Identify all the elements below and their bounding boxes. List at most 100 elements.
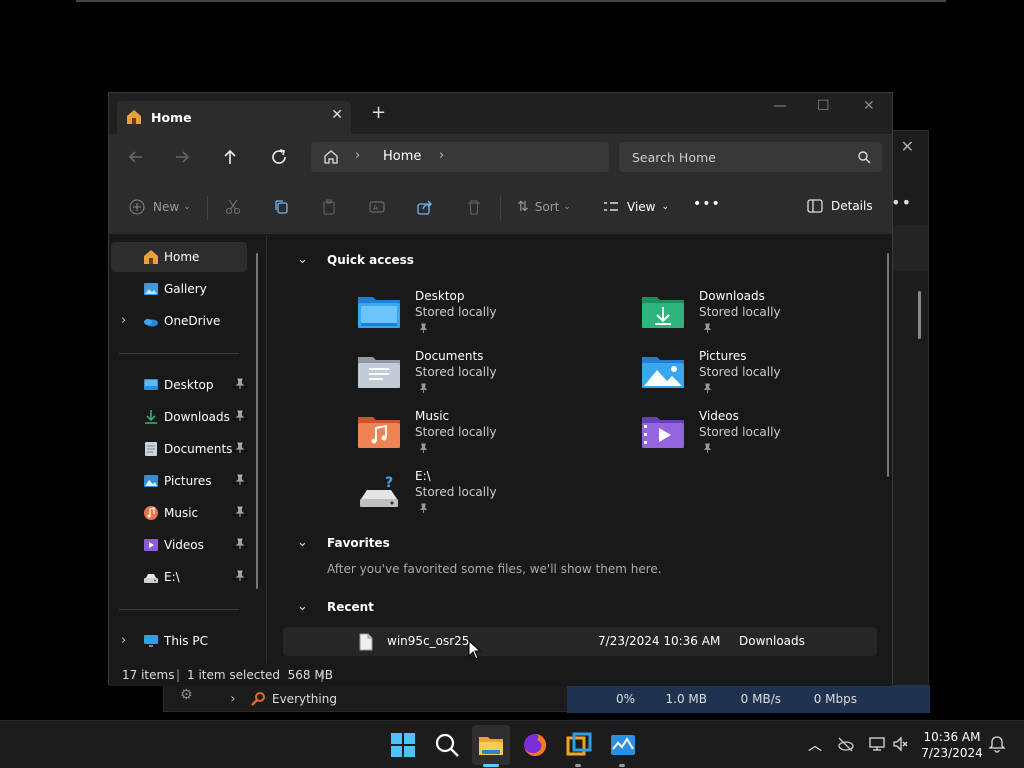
search-input[interactable] [619,142,849,172]
sidebar-item-drive-e[interactable]: E:\ [111,562,247,592]
recent-file-row[interactable]: win95c_osr25 7/23/2024 10:36 AM Download… [283,627,877,656]
chevron-right-icon[interactable]: › [230,691,236,707]
cpu-value: 0% [615,692,635,706]
disk-value: 0 MB/s [740,692,781,706]
minimize-icon[interactable]: — [773,98,787,114]
search-icon[interactable] [857,150,871,164]
copy-icon[interactable] [273,199,289,215]
quick-access-downloads[interactable]: Downloads Stored locally [641,289,892,345]
pin-icon [419,383,428,393]
search-icon[interactable] [433,731,461,759]
sidebar-item-gallery[interactable]: Gallery [111,274,247,304]
refresh-icon[interactable] [268,146,290,168]
new-button[interactable]: New ⌄ [129,199,191,215]
quick-access-videos[interactable]: Videos Stored locally [641,409,892,465]
notification-bell-icon[interactable] [988,735,1006,753]
view-button[interactable]: View ⌄ [603,199,669,215]
chevron-right-icon[interactable]: › [439,148,444,163]
section-quick-access[interactable]: ⌄ Quick access [297,252,414,267]
sidebar-item-label: Documents [164,442,233,456]
rename-icon[interactable]: A [369,199,385,215]
back-arrow-icon[interactable] [125,146,147,168]
chevron-down-icon[interactable]: ⌄ [297,599,308,614]
home-icon [127,110,141,124]
section-title: Quick access [327,253,414,267]
pin-icon[interactable] [235,570,245,582]
chevron-down-icon: ⌄ [183,202,191,212]
content-area: ⌄ Quick access Desktop Stored locally Do… [267,235,892,663]
pin-icon[interactable] [235,474,245,486]
pin-icon [419,503,428,513]
forward-arrow-icon[interactable] [171,146,193,168]
sort-button[interactable]: ⇅ Sort ⌄ [517,199,571,215]
view-list-icon [604,202,618,211]
desktop-folder-icon [144,379,158,390]
virtual-machine-icon[interactable] [565,731,593,759]
item-status: Stored locally [415,305,497,319]
pin-icon[interactable] [235,378,245,390]
sidebar-item-desktop[interactable]: Desktop [111,370,247,400]
pin-icon[interactable] [235,442,245,454]
cut-icon[interactable] [225,199,241,215]
quick-access-pictures[interactable]: Pictures Stored locally [641,349,892,405]
view-label: View [627,200,656,214]
more-options-icon[interactable]: ••• [693,196,721,212]
quick-access-desktop[interactable]: Desktop Stored locally [357,289,617,345]
clock-date: 7/23/2024 [921,746,983,760]
volume-muted-icon[interactable] [892,735,910,753]
search-box[interactable] [619,142,882,172]
chevron-right-icon[interactable]: › [121,313,126,328]
file-explorer-icon[interactable] [477,731,505,759]
quick-access-documents[interactable]: Documents Stored locally [357,349,617,405]
task-manager-icon[interactable] [609,731,637,759]
pin-icon[interactable] [235,506,245,518]
sidebar-item-downloads[interactable]: Downloads [111,402,247,432]
sidebar-item-pictures[interactable]: Pictures [111,466,247,496]
onedrive-offline-icon[interactable] [836,735,854,753]
process-row[interactable]: ⚙ › Everything 0% 1.0 MB 0 MB/s 0 Mbps [164,685,930,713]
breadcrumb-home[interactable]: Home [383,149,421,164]
home-outline-icon[interactable] [323,149,339,165]
new-tab-button[interactable]: + [371,104,386,122]
sidebar-item-music[interactable]: Music [111,498,247,528]
sidebar-item-home[interactable]: Home [111,242,247,272]
sidebar-scrollbar[interactable] [256,253,258,589]
settings-icon[interactable]: ⚙ [180,687,193,703]
chevron-right-icon[interactable]: › [355,148,360,163]
sidebar-item-label: Videos [164,538,204,552]
system-clock[interactable]: 10:36 AM 7/23/2024 [918,729,986,761]
quick-access-music[interactable]: Music Stored locally [357,409,617,465]
sidebar-item-videos[interactable]: Videos [111,530,247,560]
pin-icon[interactable] [235,538,245,550]
chevron-down-icon[interactable]: ⌄ [297,252,308,267]
share-icon[interactable] [417,199,433,215]
section-favorites[interactable]: ⌄ Favorites [297,535,390,550]
sidebar-item-documents[interactable]: Documents [111,434,247,464]
section-recent[interactable]: ⌄ Recent [297,599,374,614]
quick-access-drive-e[interactable]: ? E:\ Stored locally [357,469,617,525]
up-arrow-icon[interactable] [219,146,241,168]
show-hidden-icons-chevron-icon[interactable]: ︿ [806,735,824,754]
tab-home[interactable]: Home ✕ [117,101,351,134]
network-icon[interactable] [868,735,886,753]
pin-icon[interactable] [235,410,245,422]
close-window-icon[interactable]: ✕ [863,98,875,114]
downloads-folder-icon [642,297,684,328]
address-bar[interactable]: › Home › [311,142,609,172]
close-icon[interactable]: ✕ [901,137,914,156]
firefox-icon[interactable] [521,731,549,759]
details-button[interactable]: Details [807,199,873,213]
paste-icon[interactable] [321,199,337,215]
chevron-right-icon[interactable]: › [121,633,126,648]
scrollbar[interactable] [918,291,921,339]
close-tab-icon[interactable]: ✕ [331,107,343,123]
status-divider: | [176,667,181,682]
content-scrollbar[interactable] [887,253,889,477]
delete-icon[interactable] [466,199,482,215]
start-windows-icon[interactable] [389,731,417,759]
file-explorer-window: Home ✕ + — ☐ ✕ › Home › New ⌄ [108,92,893,686]
chevron-down-icon[interactable]: ⌄ [297,535,308,550]
sidebar-item-onedrive[interactable]: › OneDrive [111,306,247,336]
sidebar-item-this-pc[interactable]: › This PC [111,626,247,656]
maximize-icon[interactable]: ☐ [817,98,830,114]
